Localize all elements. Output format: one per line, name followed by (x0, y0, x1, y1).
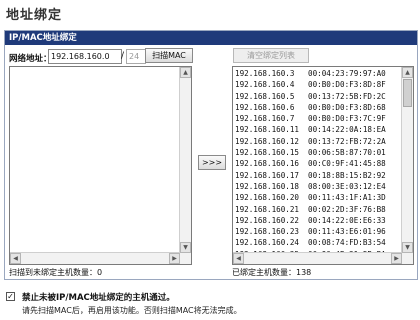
scroll-up-arrow-icon[interactable]: ▲ (180, 67, 191, 78)
bound-host-entry[interactable]: 192.168.160.16 00:C0:9F:41:45:88 (235, 158, 401, 169)
bound-host-mac: 00:06:5B:87:70:01 (308, 148, 386, 158)
page-title: 地址绑定 (6, 8, 63, 23)
scroll-up-arrow-icon[interactable]: ▲ (402, 67, 413, 78)
bound-host-ip: 192.168.160.17 (235, 170, 300, 180)
bound-host-entry[interactable]: 192.168.160.15 00:06:5B:87:70:01 (235, 147, 401, 158)
bound-host-mac: 00:14:22:0A:18:EA (308, 125, 386, 135)
bound-host-mac: 00:04:23:79:97:A0 (308, 69, 386, 78)
bound-host-mac: 00:08:74:FD:B3:54 (308, 238, 386, 248)
bound-host-entry[interactable]: 192.168.160.23 00:11:43:E6:01:96 (235, 226, 401, 237)
bound-host-entry[interactable]: 192.168.160.21 00:02:2D:3F:76:B8 (235, 204, 401, 215)
bound-host-mac: 00:13:72:5B:FD:2C (308, 91, 386, 101)
scroll-right-arrow-icon[interactable]: ▶ (169, 253, 180, 264)
network-address-input[interactable]: 192.168.160.0 (48, 49, 122, 64)
bound-host-ip: 192.168.160.11 (235, 125, 300, 135)
bound-host-mac: 00:B0:D0:F3:7C:9F (308, 114, 386, 124)
bound-host-entry[interactable]: 192.168.160.6 00:B0:D0:F3:8D:68 (235, 102, 401, 113)
unbound-list-horizontal-scrollbar[interactable]: ◀ ▶ (10, 252, 180, 264)
bound-host-ip: 192.168.160.16 (235, 159, 300, 169)
bound-host-mac: 00:B0:D0:F3:8D:8F (308, 80, 386, 90)
scrollbar-thumb[interactable] (403, 79, 412, 107)
bound-host-entry[interactable]: 192.168.160.5 00:13:72:5B:FD:2C (235, 91, 401, 102)
clear-binding-list-button[interactable]: 清空绑定列表 (233, 48, 309, 63)
block-unbound-checkbox[interactable]: ✓ (6, 292, 15, 301)
unbound-list-vertical-scrollbar[interactable]: ▲ ▼ (179, 67, 191, 264)
bound-host-mac: 00:02:2D:3F:76:B8 (308, 204, 386, 214)
bound-host-ip: 192.168.160.7 (235, 114, 295, 124)
bound-host-ip: 192.168.160.6 (235, 102, 295, 112)
bound-host-entry[interactable]: 192.168.160.12 00:13:72:FB:72:2A (235, 136, 401, 147)
bound-host-mac: 00:11:43:E6:01:96 (308, 227, 386, 237)
bound-host-entry[interactable]: 192.168.160.17 00:18:8B:15:B2:92 (235, 170, 401, 181)
bound-host-mac: 00:14:22:0E:E6:33 (308, 215, 386, 225)
bound-host-mac: 00:18:8B:15:B2:92 (308, 170, 386, 180)
bound-host-entry[interactable]: 192.168.160.24 00:08:74:FD:B3:54 (235, 237, 401, 248)
scroll-down-arrow-icon[interactable]: ▼ (180, 242, 191, 253)
bound-host-ip: 192.168.160.23 (235, 227, 300, 237)
bound-host-mac: 00:C0:9F:41:45:88 (308, 159, 386, 169)
bound-hosts-list[interactable]: 192.168.160.3 00:04:23:79:97:A0 192.168.16… (232, 66, 414, 265)
bound-host-entry[interactable]: 192.168.160.7 00:B0:D0:F3:7C:9F (235, 113, 401, 124)
bound-host-ip: 192.168.160.12 (235, 136, 300, 146)
bound-host-count: 已绑定主机数量：138 (232, 268, 312, 277)
scroll-down-arrow-icon[interactable]: ▼ (402, 242, 413, 253)
bound-host-mac: 00:B0:D0:F3:8D:68 (308, 102, 386, 112)
subnet-mask-input[interactable]: 24 (126, 49, 146, 64)
subnet-separator: / (121, 51, 125, 61)
bound-hosts-entries: 192.168.160.3 00:04:23:79:97:A0 192.168.16… (235, 68, 401, 264)
block-unbound-hint: 请先扫描MAC后，再启用该功能。否则扫描MAC将无法完成。 (22, 306, 242, 315)
bound-host-entry[interactable]: 192.168.160.22 00:14:22:0E:E6:33 (235, 215, 401, 226)
bound-host-ip: 192.168.160.21 (235, 204, 300, 214)
bound-host-ip: 192.168.160.22 (235, 215, 300, 225)
bound-host-ip: 192.168.160.15 (235, 148, 300, 158)
bound-host-ip: 192.168.160.4 (235, 80, 295, 90)
bound-host-ip: 192.168.160.18 (235, 181, 300, 191)
bound-host-ip: 192.168.160.3 (235, 69, 295, 78)
bound-host-entry[interactable]: 192.168.160.11 00:14:22:0A:18:EA (235, 124, 401, 135)
bound-host-mac: 08:00:3E:03:12:E4 (308, 181, 386, 191)
network-address-label: 网络地址： (9, 54, 52, 64)
scan-mac-button[interactable]: 扫描MAC (145, 48, 193, 63)
unbound-host-count: 扫描到未绑定主机数量：0 (9, 268, 103, 277)
bound-host-ip: 192.168.160.20 (235, 193, 300, 203)
bound-host-ip: 192.168.160.24 (235, 238, 300, 248)
ip-mac-binding-panel: IP/MAC地址绑定 网络地址： 192.168.160.0 / 24 扫描MA… (4, 30, 418, 280)
scroll-left-arrow-icon[interactable]: ◀ (233, 253, 244, 264)
scroll-left-arrow-icon[interactable]: ◀ (10, 253, 21, 264)
move-to-bound-list-button[interactable]: >>> (198, 155, 226, 170)
bound-host-entry[interactable]: 192.168.160.3 00:04:23:79:97:A0 (235, 68, 401, 79)
block-unbound-label: 禁止未被IP/MAC地址绑定的主机通过。 (22, 293, 175, 303)
bound-list-vertical-scrollbar[interactable]: ▲ ▼ (401, 67, 413, 264)
unbound-hosts-list[interactable]: ▲ ▼ ◀ ▶ (9, 66, 192, 265)
bound-host-ip: 192.168.160.5 (235, 91, 295, 101)
bound-host-entry[interactable]: 192.168.160.4 00:B0:D0:F3:8D:8F (235, 79, 401, 90)
bound-host-entry[interactable]: 192.168.160.18 08:00:3E:03:12:E4 (235, 181, 401, 192)
bound-list-horizontal-scrollbar[interactable]: ◀ ▶ (233, 252, 402, 264)
bound-host-entry[interactable]: 192.168.160.20 00:11:43:1F:A1:3D (235, 192, 401, 203)
bound-host-mac: 00:11:43:1F:A1:3D (308, 193, 386, 203)
scroll-right-arrow-icon[interactable]: ▶ (391, 253, 402, 264)
bound-host-mac: 00:13:72:FB:72:2A (308, 136, 386, 146)
panel-header: IP/MAC地址绑定 (5, 31, 417, 45)
